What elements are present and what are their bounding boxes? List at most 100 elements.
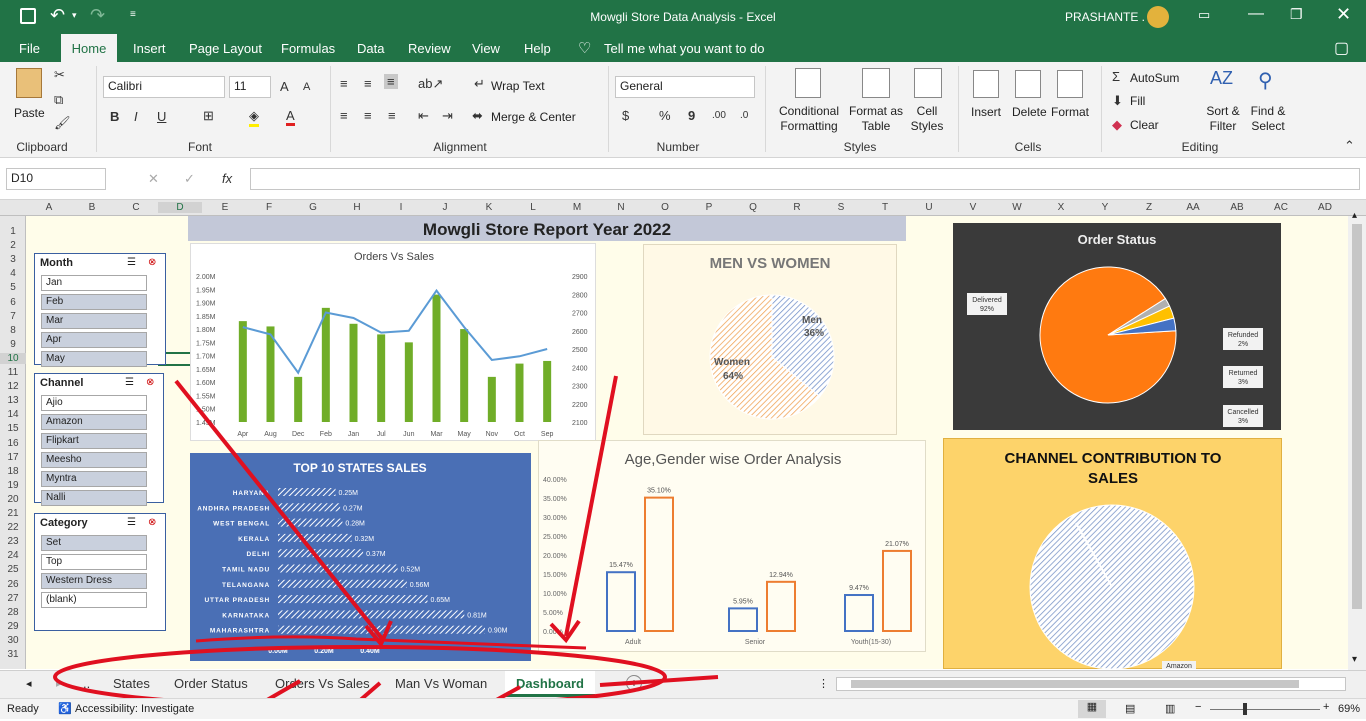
bold-icon[interactable]: B: [110, 109, 119, 124]
row-header[interactable]: 9: [0, 339, 26, 350]
column-header[interactable]: H: [335, 202, 379, 213]
column-header[interactable]: D: [158, 202, 202, 213]
row-header[interactable]: 23: [0, 536, 26, 547]
tell-me-box[interactable]: Tell me what you want to do: [604, 41, 764, 56]
column-header[interactable]: L: [511, 202, 555, 213]
row-header[interactable]: 3: [0, 254, 26, 265]
normal-view-icon[interactable]: ▦: [1078, 700, 1106, 718]
row-header[interactable]: 26: [0, 579, 26, 590]
tabs-splitter-icon[interactable]: ⋮: [818, 677, 829, 690]
align-top-icon[interactable]: ≡: [340, 76, 348, 91]
conditional-formatting-button[interactable]: Conditional Formatting: [775, 104, 843, 134]
row-header[interactable]: 28: [0, 607, 26, 618]
column-header[interactable]: X: [1039, 202, 1083, 213]
increase-decimal-icon[interactable]: .00: [712, 110, 726, 121]
comma-icon[interactable]: 9: [688, 108, 695, 123]
insert-cells-button[interactable]: Insert: [971, 105, 1001, 120]
cell-styles-button[interactable]: Cell Styles: [902, 104, 952, 134]
column-header[interactable]: F: [247, 202, 291, 213]
sort-filter-icon[interactable]: AZ: [1210, 68, 1233, 89]
format-painter-icon[interactable]: 🖌: [54, 115, 71, 131]
column-header[interactable]: V: [951, 202, 995, 213]
comments-icon[interactable]: ▢: [1334, 38, 1349, 58]
column-header[interactable]: W: [995, 202, 1039, 213]
wrap-text-icon[interactable]: ↵: [474, 76, 485, 92]
row-header[interactable]: 16: [0, 438, 26, 449]
delete-cells-button[interactable]: Delete: [1012, 105, 1047, 120]
ribbon-display-icon[interactable]: ▭: [1198, 7, 1210, 23]
tab-review[interactable]: Review: [408, 41, 451, 56]
row-header[interactable]: 22: [0, 522, 26, 533]
row-header[interactable]: 11: [0, 367, 26, 378]
format-cells-icon[interactable]: [1057, 70, 1083, 98]
row-header[interactable]: 6: [0, 297, 26, 308]
row-header[interactable]: 21: [0, 508, 26, 519]
formula-input[interactable]: [250, 168, 1360, 190]
minimize-icon[interactable]: —: [1248, 5, 1264, 23]
sort-filter-button[interactable]: Sort & Filter: [1200, 104, 1246, 134]
autosum-icon[interactable]: Σ: [1112, 69, 1120, 84]
italic-icon[interactable]: I: [134, 109, 138, 124]
tab-file[interactable]: File: [19, 41, 40, 56]
font-size-combo[interactable]: 11: [229, 76, 271, 98]
vertical-scrollbar[interactable]: ▴ ▾: [1348, 210, 1366, 670]
horizontal-scrollbar[interactable]: [836, 677, 1346, 691]
accessibility-status[interactable]: Accessibility: Investigate: [75, 703, 194, 715]
merge-center-icon[interactable]: ⬌: [472, 108, 483, 124]
tab-formulas[interactable]: Formulas: [281, 41, 335, 56]
tab-insert[interactable]: Insert: [133, 41, 166, 56]
zoom-level[interactable]: 69%: [1338, 703, 1360, 715]
row-header[interactable]: 15: [0, 423, 26, 434]
align-middle-icon[interactable]: ≡: [364, 76, 372, 91]
cell-styles-icon[interactable]: [914, 68, 942, 98]
grow-font-icon[interactable]: A: [280, 79, 289, 94]
percent-icon[interactable]: %: [659, 108, 671, 123]
decrease-indent-icon[interactable]: ⇤: [418, 108, 429, 124]
row-header[interactable]: 20: [0, 494, 26, 505]
column-header[interactable]: AC: [1259, 202, 1303, 213]
paste-icon[interactable]: [16, 68, 42, 98]
page-layout-view-icon[interactable]: ▤: [1125, 702, 1135, 715]
column-header[interactable]: M: [555, 202, 599, 213]
column-header[interactable]: S: [819, 202, 863, 213]
tab-help[interactable]: Help: [524, 41, 551, 56]
align-center-icon[interactable]: ≡: [364, 108, 372, 123]
scroll-up-icon[interactable]: ▴: [1352, 210, 1357, 221]
borders-icon[interactable]: ⊞: [203, 108, 214, 124]
column-header[interactable]: T: [863, 202, 907, 213]
delete-cells-icon[interactable]: [1015, 70, 1041, 98]
row-header[interactable]: 2: [0, 240, 26, 251]
column-header[interactable]: I: [379, 202, 423, 213]
tab-home[interactable]: Home: [61, 34, 117, 62]
row-header[interactable]: 25: [0, 564, 26, 575]
row-header[interactable]: 1: [0, 226, 26, 237]
format-as-table-button[interactable]: Format as Table: [846, 104, 906, 134]
column-header[interactable]: Z: [1127, 202, 1171, 213]
cancel-entry-icon[interactable]: ✕: [148, 171, 159, 187]
row-header[interactable]: 7: [0, 311, 26, 322]
column-header[interactable]: U: [907, 202, 951, 213]
insert-function-icon[interactable]: fx: [222, 171, 232, 186]
row-header[interactable]: 13: [0, 395, 26, 406]
column-header[interactable]: N: [599, 202, 643, 213]
clear-button[interactable]: Clear: [1130, 118, 1159, 133]
fill-icon[interactable]: ⬇: [1112, 93, 1123, 109]
row-header[interactable]: 12: [0, 381, 26, 392]
number-format-combo[interactable]: General: [615, 76, 755, 98]
find-select-icon[interactable]: ⚲: [1258, 68, 1273, 93]
clear-icon[interactable]: ◆: [1112, 117, 1122, 133]
column-header[interactable]: Y: [1083, 202, 1127, 213]
column-header[interactable]: J: [423, 202, 467, 213]
zoom-slider-thumb[interactable]: [1243, 703, 1247, 715]
cut-icon[interactable]: ✂: [54, 67, 65, 83]
currency-icon[interactable]: $: [622, 108, 629, 123]
scroll-down-icon[interactable]: ▾: [1352, 654, 1357, 665]
row-header[interactable]: 4: [0, 268, 26, 279]
zoom-out-icon[interactable]: −: [1195, 701, 1201, 713]
column-header[interactable]: C: [114, 202, 158, 213]
orientation-icon[interactable]: ab↗: [418, 76, 443, 92]
column-header[interactable]: Q: [731, 202, 775, 213]
row-header[interactable]: 5: [0, 282, 26, 293]
fill-color-icon[interactable]: ◈: [249, 108, 259, 127]
fill-button[interactable]: Fill: [1130, 94, 1145, 109]
